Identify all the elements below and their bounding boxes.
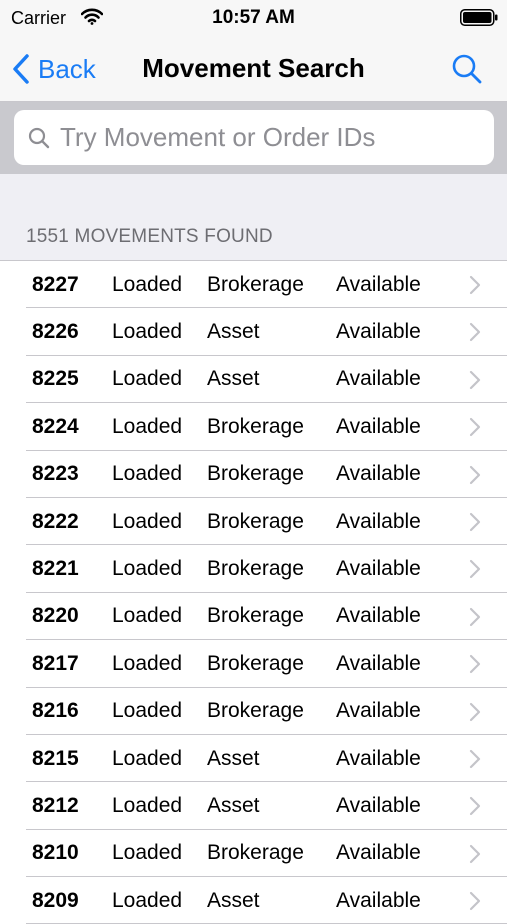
movement-availability: Available bbox=[336, 509, 421, 533]
movement-row[interactable]: 8225 Loaded Asset Available bbox=[0, 356, 507, 404]
chevron-right-icon bbox=[469, 417, 481, 443]
movement-type: Brokerage bbox=[207, 414, 304, 438]
magnifier-icon bbox=[28, 127, 50, 148]
movement-list: 8227 Loaded Brokerage Available 8226 Loaded As… bbox=[0, 260, 507, 924]
movement-status: Loaded bbox=[112, 888, 183, 912]
movement-row[interactable]: 8227 Loaded Brokerage Available bbox=[0, 261, 507, 309]
movement-type: Brokerage bbox=[207, 604, 304, 628]
chevron-right-icon bbox=[469, 559, 481, 585]
movement-id: 8212 bbox=[32, 793, 79, 817]
movement-availability: Available bbox=[336, 272, 421, 296]
chevron-right-icon bbox=[469, 322, 481, 348]
chevron-right-icon bbox=[469, 749, 481, 775]
movement-availability: Available bbox=[336, 367, 421, 391]
movement-status: Loaded bbox=[112, 414, 183, 438]
movement-id: 8216 bbox=[32, 699, 79, 723]
movement-row[interactable]: 8217 Loaded Brokerage Available bbox=[0, 640, 507, 688]
movement-availability: Available bbox=[336, 888, 421, 912]
movement-status: Loaded bbox=[112, 557, 183, 581]
movement-id: 8226 bbox=[32, 320, 79, 344]
movement-type: Brokerage bbox=[207, 462, 304, 486]
movement-availability: Available bbox=[336, 746, 421, 770]
movement-status: Loaded bbox=[112, 793, 183, 817]
page-title: Movement Search bbox=[142, 53, 365, 83]
movement-status: Loaded bbox=[112, 841, 183, 865]
movement-availability: Available bbox=[336, 414, 421, 438]
chevron-right-icon bbox=[469, 275, 481, 301]
movement-status: Loaded bbox=[112, 462, 183, 486]
movement-row[interactable]: 8226 Loaded Asset Available bbox=[0, 308, 507, 357]
movement-id: 8225 bbox=[32, 367, 79, 391]
movement-type: Brokerage bbox=[207, 557, 304, 581]
chevron-right-icon bbox=[469, 844, 481, 870]
movement-id: 8217 bbox=[32, 651, 79, 675]
movement-status: Loaded bbox=[112, 604, 183, 628]
navigation-bar: Back Movement Search bbox=[0, 38, 507, 102]
chevron-right-icon bbox=[469, 465, 481, 491]
movement-type: Asset bbox=[207, 793, 260, 817]
movement-id: 8221 bbox=[32, 557, 79, 581]
movement-status: Loaded bbox=[112, 509, 183, 533]
movement-type: Asset bbox=[207, 367, 260, 391]
movement-type: Asset bbox=[207, 746, 260, 770]
movement-availability: Available bbox=[336, 320, 421, 344]
results-count-header: 1551 MOVEMENTS FOUND bbox=[26, 226, 273, 247]
movement-status: Loaded bbox=[112, 651, 183, 675]
movement-type: Brokerage bbox=[207, 509, 304, 533]
movement-row[interactable]: 8224 Loaded Brokerage Available bbox=[0, 403, 507, 451]
movement-row[interactable]: 8220 Loaded Brokerage Available bbox=[0, 593, 507, 641]
chevron-right-icon bbox=[469, 607, 481, 633]
chevron-right-icon bbox=[469, 702, 481, 728]
movement-status: Loaded bbox=[112, 746, 183, 770]
movement-availability: Available bbox=[336, 841, 421, 865]
movement-availability: Available bbox=[336, 699, 421, 723]
chevron-right-icon bbox=[469, 512, 481, 538]
movement-availability: Available bbox=[336, 462, 421, 486]
movement-row[interactable]: 8212 Loaded Asset Available bbox=[0, 782, 507, 831]
movement-availability: Available bbox=[336, 651, 421, 675]
movement-id: 8210 bbox=[32, 841, 79, 865]
search-bar bbox=[0, 102, 507, 174]
movement-availability: Available bbox=[336, 793, 421, 817]
movement-row[interactable]: 8216 Loaded Brokerage Available bbox=[0, 688, 507, 736]
chevron-right-icon bbox=[469, 370, 481, 396]
movement-row[interactable]: 8221 Loaded Brokerage Available bbox=[0, 545, 507, 594]
movement-type: Brokerage bbox=[207, 841, 304, 865]
search-input[interactable] bbox=[60, 122, 460, 153]
movement-type: Brokerage bbox=[207, 699, 304, 723]
battery-icon bbox=[460, 9, 498, 26]
movement-id: 8223 bbox=[32, 462, 79, 486]
movement-id: 8222 bbox=[32, 509, 79, 533]
movement-row[interactable]: 8222 Loaded Brokerage Available bbox=[0, 498, 507, 546]
movement-row[interactable]: 8209 Loaded Asset Available bbox=[0, 877, 507, 924]
movement-status: Loaded bbox=[112, 367, 183, 391]
movement-row[interactable]: 8223 Loaded Brokerage Available bbox=[0, 451, 507, 499]
movement-id: 8215 bbox=[32, 746, 79, 770]
movement-row[interactable]: 8215 Loaded Asset Available bbox=[0, 735, 507, 783]
movement-status: Loaded bbox=[112, 320, 183, 344]
movement-id: 8227 bbox=[32, 272, 79, 296]
search-field[interactable] bbox=[14, 110, 494, 165]
movement-type: Brokerage bbox=[207, 272, 304, 296]
status-bar: Carrier 10:57 AM bbox=[0, 0, 507, 38]
chevron-right-icon bbox=[469, 891, 481, 917]
chevron-right-icon bbox=[469, 796, 481, 822]
movement-status: Loaded bbox=[112, 699, 183, 723]
chevron-right-icon bbox=[469, 654, 481, 680]
movement-availability: Available bbox=[336, 604, 421, 628]
movement-availability: Available bbox=[336, 557, 421, 581]
movement-id: 8220 bbox=[32, 604, 79, 628]
movement-type: Asset bbox=[207, 320, 260, 344]
movement-row[interactable]: 8210 Loaded Brokerage Available bbox=[0, 830, 507, 878]
movement-id: 8209 bbox=[32, 888, 79, 912]
movement-type: Brokerage bbox=[207, 651, 304, 675]
movement-status: Loaded bbox=[112, 272, 183, 296]
movement-id: 8224 bbox=[32, 414, 79, 438]
movement-type: Asset bbox=[207, 888, 260, 912]
search-icon[interactable] bbox=[451, 53, 483, 90]
clock: 10:57 AM bbox=[212, 7, 295, 28]
